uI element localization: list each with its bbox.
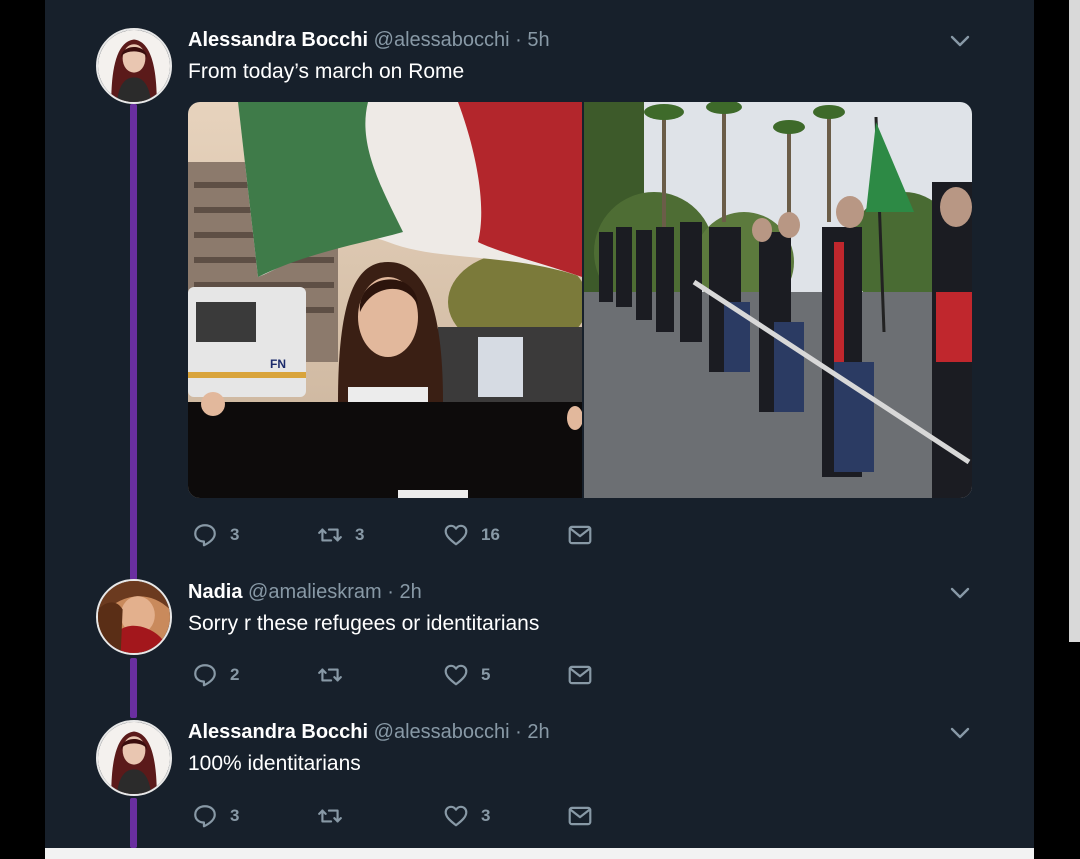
reply-icon bbox=[194, 664, 216, 687]
avatar[interactable] bbox=[96, 28, 172, 104]
reply-count: 3 bbox=[230, 806, 240, 825]
avatar-nadia-image bbox=[98, 581, 170, 653]
direct-message-button[interactable] bbox=[567, 521, 593, 549]
author-name[interactable]: Nadia bbox=[188, 581, 242, 603]
media-photo-2[interactable] bbox=[584, 102, 972, 498]
author-handle[interactable]: @alessabocchi bbox=[374, 29, 510, 51]
tweet-media[interactable]: FN bbox=[188, 102, 972, 498]
reply-button[interactable]: 2 bbox=[192, 661, 239, 689]
march-photo-line-of-men bbox=[584, 102, 972, 498]
like-button[interactable]: 5 bbox=[443, 661, 490, 689]
tweet-header: Nadia @amalieskram · 2h bbox=[188, 580, 422, 604]
avatar-alessandra-image bbox=[98, 30, 170, 102]
thread-connector bbox=[130, 104, 137, 580]
retweet-icon bbox=[318, 809, 342, 823]
author-name[interactable]: Alessandra Bocchi bbox=[188, 29, 368, 51]
media-photo-1[interactable]: FN bbox=[188, 102, 582, 498]
tweet-header: Alessandra Bocchi @alessabocchi · 2h bbox=[188, 720, 550, 744]
like-button[interactable]: 16 bbox=[443, 521, 500, 549]
author-name[interactable]: Alessandra Bocchi bbox=[188, 721, 368, 743]
chevron-down-icon[interactable] bbox=[948, 721, 972, 745]
reply-count: 3 bbox=[230, 525, 240, 544]
tweet-header: Alessandra Bocchi @alessabocchi · 5h bbox=[188, 28, 550, 52]
like-count: 16 bbox=[481, 525, 500, 544]
separator-dot: · bbox=[515, 29, 522, 51]
like-button[interactable]: 3 bbox=[443, 802, 490, 830]
tweet-time[interactable]: 2h bbox=[400, 581, 422, 603]
envelope-icon bbox=[568, 806, 592, 826]
direct-message-button[interactable] bbox=[567, 661, 593, 689]
tweet-text: 100% identitarians bbox=[188, 752, 361, 775]
retweet-icon bbox=[318, 668, 342, 682]
heart-icon bbox=[444, 805, 468, 827]
envelope-icon bbox=[568, 525, 592, 545]
like-count: 3 bbox=[481, 806, 491, 825]
author-handle[interactable]: @amalieskram bbox=[248, 581, 382, 603]
scrollbar[interactable] bbox=[1069, 0, 1080, 642]
separator-dot: · bbox=[387, 581, 394, 603]
reply-icon bbox=[194, 524, 216, 547]
sign-text: FN bbox=[270, 357, 286, 371]
reply-button[interactable]: 3 bbox=[192, 521, 239, 549]
heart-icon bbox=[444, 524, 468, 546]
thread-connector bbox=[130, 798, 137, 848]
author-handle[interactable]: @alessabocchi bbox=[374, 721, 510, 743]
march-photo-woman-flag: FN bbox=[188, 102, 582, 498]
tweet-time[interactable]: 2h bbox=[527, 721, 549, 743]
chevron-down-icon[interactable] bbox=[948, 581, 972, 605]
chevron-down-icon[interactable] bbox=[948, 29, 972, 53]
direct-message-button[interactable] bbox=[567, 802, 593, 830]
tweet-text: From today’s march on Rome bbox=[188, 60, 465, 83]
heart-icon bbox=[444, 664, 468, 686]
retweet-icon bbox=[318, 528, 342, 542]
reply-icon bbox=[194, 805, 216, 828]
retweet-count: 3 bbox=[355, 525, 365, 544]
separator-dot: · bbox=[515, 721, 522, 743]
avatar[interactable] bbox=[96, 720, 172, 796]
retweet-button[interactable] bbox=[317, 661, 355, 689]
bottom-edge bbox=[45, 848, 1034, 859]
retweet-button[interactable]: 3 bbox=[317, 521, 364, 549]
envelope-icon bbox=[568, 665, 592, 685]
tweet-text: Sorry r these refugees or identitarians bbox=[188, 612, 540, 635]
reply-count: 2 bbox=[230, 665, 240, 684]
thread-connector bbox=[130, 658, 137, 718]
like-count: 5 bbox=[481, 665, 491, 684]
avatar-alessandra-image bbox=[98, 722, 170, 794]
avatar[interactable] bbox=[96, 579, 172, 655]
tweet-time[interactable]: 5h bbox=[527, 29, 549, 51]
retweet-button[interactable] bbox=[317, 802, 355, 830]
reply-button[interactable]: 3 bbox=[192, 802, 239, 830]
